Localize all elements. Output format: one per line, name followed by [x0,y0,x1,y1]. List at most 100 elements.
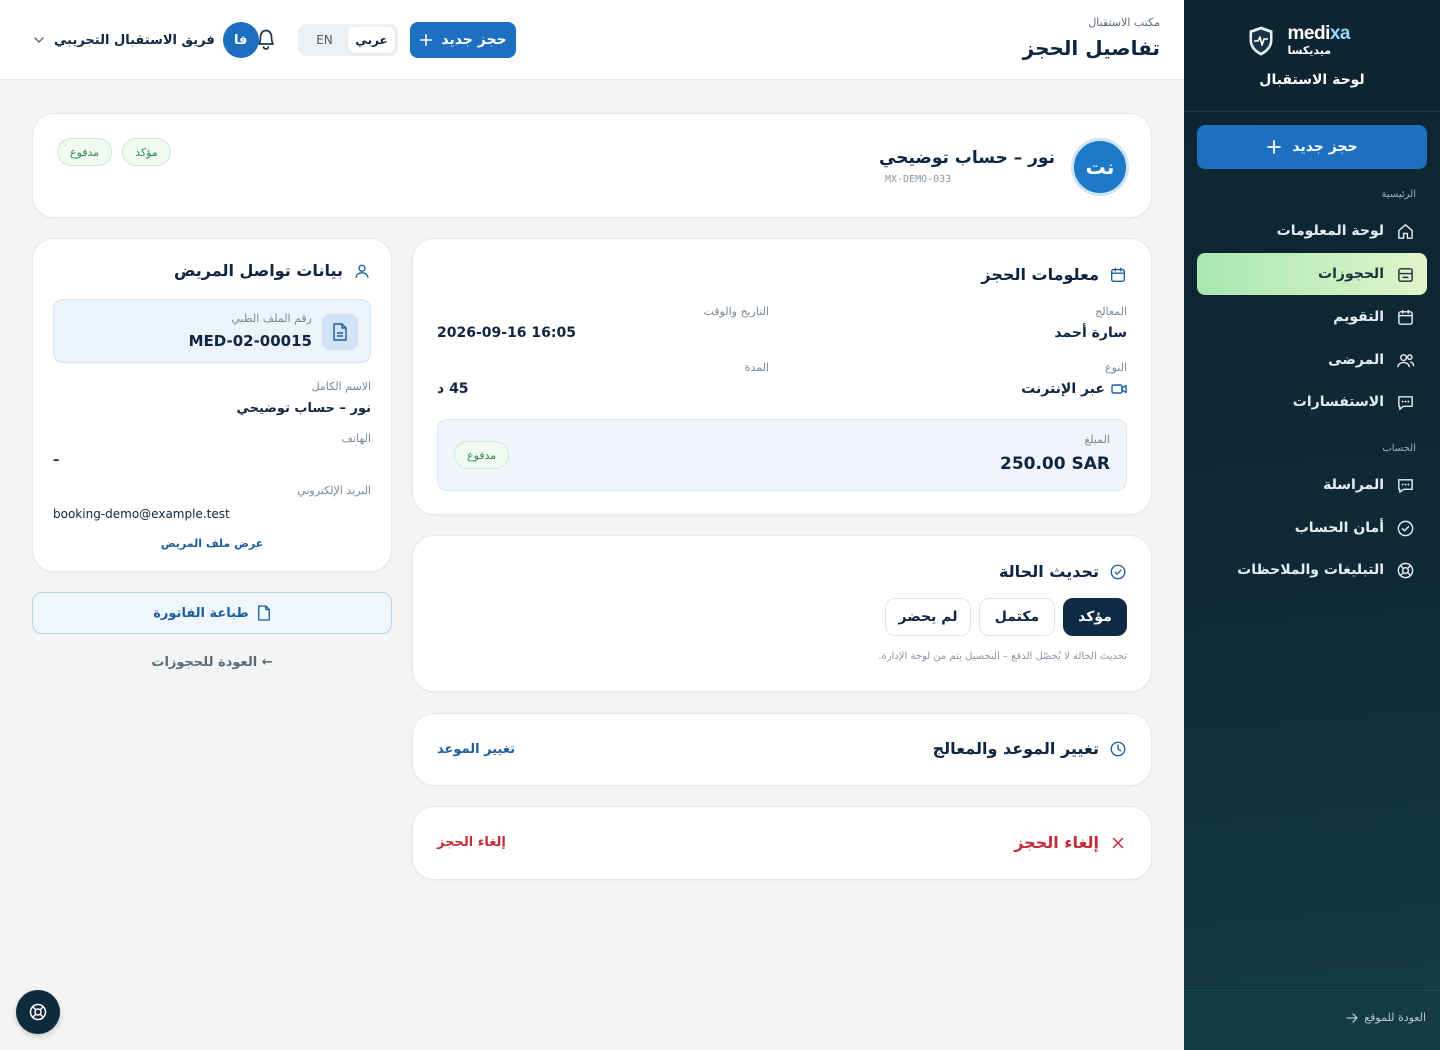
sidebar-item-bookings[interactable]: الحجوزات [1197,253,1427,295]
patient-name: نور – حساب توضيحي [879,148,1055,168]
status-update-title: تحديث الحالة [999,562,1127,581]
cancel-card: إلغاء الحجز إلغاء الحجز [412,806,1152,880]
reschedule-card: تغيير الموعد والمعالج تغيير الموعد [412,713,1152,786]
lang-en-option[interactable]: EN [301,27,348,53]
email-value[interactable]: booking-demo@example.test [53,507,230,521]
message-icon [1398,478,1413,493]
calendar-icon [1398,309,1413,325]
breadcrumb[interactable]: مكتب الاستقبال [1088,16,1160,29]
full-name-value: نور – حساب توضيحي [236,401,371,416]
check-circle-icon [1110,564,1126,579]
plus-icon [420,33,433,47]
sidebar-footer: العودة للموقع [1184,990,1440,1050]
provider-label: المعالج [1095,305,1127,318]
print-invoice-button[interactable]: طباعة الفاتورة [32,592,392,634]
reschedule-title: تغيير الموعد والمعالج [933,739,1127,758]
booking-info-title-text: معلومات الحجز [981,265,1099,284]
file-icon [322,314,358,350]
type-label: النوع [1105,361,1127,374]
back-to-site-link[interactable]: العودة للموقع [1346,1011,1426,1024]
sidebar-item-reports[interactable]: التبليغات والملاحظات [1197,549,1427,591]
top-header: مكتب الاستقبال تفاصيل الحجز حجز جديد EN … [0,0,1184,80]
sidebar-item-label: أمان الحساب [1294,520,1384,536]
sidebar-item-label: المرضى [1328,352,1384,368]
duration-label: المدة [744,361,769,374]
reschedule-link[interactable]: تغيير الموعد [437,742,515,757]
cancel-booking-link[interactable]: إلغاء الحجز [437,835,506,850]
view-patient-profile-link[interactable]: عرض ملف المريض [33,537,391,550]
plus-icon [1267,140,1282,154]
duration-value: 45 د [437,381,469,397]
amount-box: المبلغ 250.00 SAR مدفوع [437,419,1127,491]
patient-contact-card: بيانات تواصل المريض رقم الملف الطبي MED-… [32,238,392,572]
type-value-text: عبر الإنترنت [1021,381,1105,397]
sidebar-item-label: الحجوزات [1318,266,1384,282]
status-update-title-text: تحديث الحالة [998,562,1099,581]
medical-record-value: MED-02-00015 [188,332,312,350]
sidebar-new-booking-label: حجز جديد [1292,139,1358,155]
lang-ar-option[interactable]: عربي [348,27,395,53]
full-name-label: الاسم الكامل [311,380,371,393]
sidebar-item-messaging[interactable]: المراسلة [1197,464,1427,506]
user-menu[interactable]: فريق الاستقبال التجريبي فا [32,22,259,58]
header-new-booking-label: حجز جديد [441,32,507,48]
status-badge-confirmed: مؤكد [122,138,171,166]
sidebar-item-label: لوحة المعلومات [1276,223,1384,239]
brand-name-accent: xa [1329,23,1351,44]
booking-info-card: معلومات الحجز المعالج سارة أحمد التاريخ … [412,238,1152,515]
chevron-down-icon [34,37,44,43]
home-icon [1398,223,1413,239]
arrow-right-icon [1346,1012,1358,1023]
page-title: تفاصيل الحجز [1022,36,1160,60]
language-toggle: EN عربي [298,24,398,56]
brand-name-ar: ميديكسا [1287,44,1332,57]
avatar: فا [222,22,259,58]
sidebar-item-account-security[interactable]: أمان الحساب [1197,507,1427,549]
payment-badge: مدفوع [454,441,510,469]
close-icon [1112,837,1124,848]
user-name: فريق الاستقبال التجريبي [54,32,215,48]
status-option-completed[interactable]: مكتمل [979,598,1055,636]
print-invoice-label: طباعة الفاتورة [153,605,249,621]
sidebar-item-label: التبليغات والملاحظات [1237,562,1384,578]
sidebar-item-label: التقويم [1333,309,1384,325]
sidebar-subtitle: لوحة الاستقبال [1259,72,1365,88]
user-icon [355,264,369,278]
patient-contact-title-text: بيانات تواصل المريض [173,261,343,280]
reschedule-title-text: تغيير الموعد والمعالج [932,739,1099,758]
sidebar-section-account: الحساب [1382,443,1416,454]
help-fab-button[interactable] [16,990,60,1034]
amount-value: 250.00 SAR [999,454,1110,474]
sidebar-item-dashboard[interactable]: لوحة المعلومات [1197,210,1427,252]
header-new-booking-button[interactable]: حجز جديد [410,22,516,58]
brand-name-main: medi [1287,23,1331,44]
booking-info-title: معلومات الحجز [981,265,1127,284]
patient-contact-title: بيانات تواصل المريض [174,261,371,280]
file-icon [257,605,270,621]
sidebar-item-calendar[interactable]: التقويم [1197,296,1427,338]
lifebuoy-icon [29,1003,47,1021]
phone-label: الهاتف [341,432,371,445]
back-to-bookings-link[interactable]: ← العودة للحجوزات [32,655,392,670]
shield-logo-icon [1249,25,1272,56]
sidebar-item-label: الاستفسارات [1292,394,1384,410]
brand-logo[interactable]: medixa ميديكسا [1248,24,1351,57]
status-option-no-show[interactable]: لم يحضر [885,598,971,636]
status-option-confirmed[interactable]: مؤكد [1063,598,1127,636]
sidebar-item-patients[interactable]: المرضى [1197,339,1427,381]
medical-record-box: رقم الملف الطبي MED-02-00015 [53,299,371,363]
video-icon [1111,384,1127,394]
sidebar-item-inquiries[interactable]: الاستفسارات [1197,381,1427,423]
email-label: البريد الإلكتروني [297,484,371,497]
datetime-value: 2026-09-16 16:05 [437,325,576,341]
datetime-label: التاريخ والوقت [703,305,769,318]
calendar-icon [1111,267,1125,282]
status-update-card: تحديث الحالة مؤكد مكتمل لم يحضر تحديث ال… [412,535,1152,692]
patient-id: MX-DEMO-033 [885,174,952,185]
sidebar-new-booking-button[interactable]: حجز جديد [1197,125,1427,169]
provider-value: سارة أحمد [1054,325,1127,341]
phone-value: – [53,453,60,468]
status-badge-paid: مدفوع [57,138,113,166]
patient-summary-card: نت نور – حساب توضيحي MX-DEMO-033 مدفوع م… [32,113,1152,218]
medical-record-label: رقم الملف الطبي [231,312,312,325]
